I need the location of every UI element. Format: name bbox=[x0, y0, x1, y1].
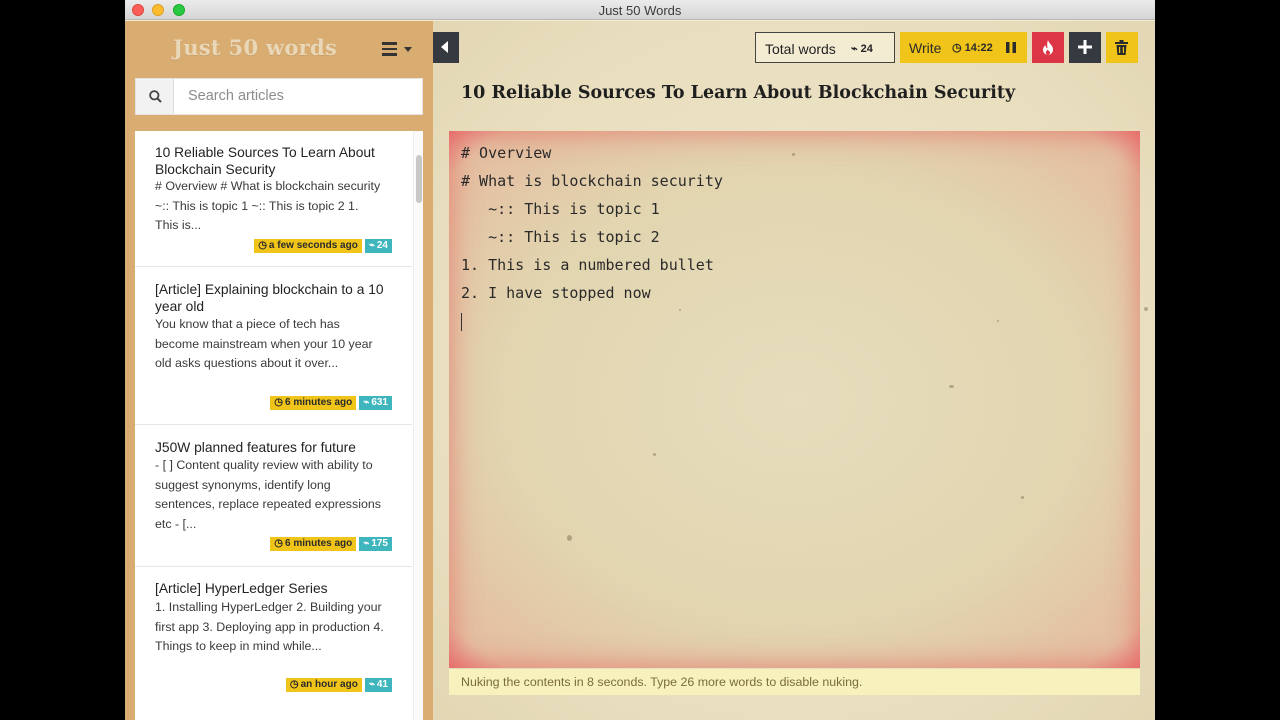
article-title: [Article] HyperLedger Series bbox=[155, 581, 328, 596]
scroll-thumb[interactable] bbox=[416, 155, 422, 203]
search-input[interactable] bbox=[188, 88, 408, 104]
search-button[interactable] bbox=[136, 79, 174, 114]
article-item[interactable]: J50W planned features for future - [ ] C… bbox=[135, 426, 412, 567]
time-label: 6 minutes ago bbox=[285, 538, 353, 549]
tag-icon: ⌁ bbox=[363, 397, 370, 408]
word-count-label: 41 bbox=[376, 679, 388, 690]
add-article-button[interactable] bbox=[1069, 32, 1101, 63]
article-excerpt: You know that a piece of tech has become… bbox=[155, 317, 373, 370]
editor[interactable]: # Overview # What is blockchain security… bbox=[449, 131, 1148, 668]
hamburger-icon bbox=[382, 42, 398, 56]
paper-speck bbox=[997, 320, 999, 322]
window-title: Just 50 Words bbox=[598, 3, 682, 18]
time-badge: ◷ an hour ago bbox=[285, 678, 362, 692]
total-words-label: Total words bbox=[765, 41, 836, 57]
pause-icon[interactable] bbox=[1006, 42, 1016, 53]
nuke-button[interactable] bbox=[1032, 32, 1064, 63]
clock-icon: ◷ bbox=[258, 240, 267, 251]
menu-button[interactable] bbox=[382, 40, 416, 60]
caret-left-icon bbox=[441, 41, 448, 53]
editor-line: # What is blockchain security bbox=[461, 172, 723, 190]
time-label: 6 minutes ago bbox=[285, 397, 353, 408]
total-words-count: ⌁ 24 bbox=[851, 42, 873, 56]
article-meta: ◷ 6 minutes ago ⌁ 175 bbox=[270, 537, 392, 551]
editor-line: ~:: This is topic 1 bbox=[461, 200, 660, 218]
article-excerpt: - [ ] Content quality review with abilit… bbox=[155, 458, 381, 531]
app-logo: Just 50 words bbox=[173, 35, 338, 60]
paper-speck bbox=[1021, 496, 1024, 499]
article-item[interactable]: 10 Reliable Sources To Learn About Block… bbox=[135, 131, 412, 267]
word-count-label: 175 bbox=[371, 538, 388, 549]
editor-line: 1. This is a numbered bullet bbox=[461, 256, 714, 274]
article-title: J50W planned features for future bbox=[155, 440, 356, 455]
time-badge: ◷ 6 minutes ago bbox=[270, 396, 357, 410]
article-item[interactable]: [Article] HyperLedger Series 1. Installi… bbox=[135, 568, 412, 720]
search-icon bbox=[149, 90, 162, 103]
clock-icon: ◷ bbox=[289, 679, 299, 690]
word-count-label: 24 bbox=[376, 240, 388, 251]
clock-icon: ◷ bbox=[952, 42, 962, 54]
fire-icon bbox=[1043, 40, 1053, 55]
paper-speck bbox=[653, 453, 656, 456]
article-title: [Article] Explaining blockchain to a 10 … bbox=[155, 282, 384, 314]
total-words-value: 24 bbox=[860, 42, 873, 55]
sidebar: Just 50 words 10 Reliable Sources To Lea… bbox=[125, 21, 433, 720]
total-words-button[interactable]: Total words ⌁ 24 bbox=[755, 32, 895, 63]
text-cursor bbox=[461, 312, 462, 331]
word-count-badge: ⌁ 41 bbox=[364, 678, 392, 692]
article-list-scrollbar[interactable] bbox=[413, 131, 423, 720]
article-title: 10 Reliable Sources To Learn About Block… bbox=[155, 145, 375, 177]
time-badge: ◷ 6 minutes ago bbox=[270, 537, 357, 551]
write-label: Write bbox=[909, 40, 942, 56]
time-label: an hour ago bbox=[300, 679, 358, 690]
write-button[interactable]: Write ◷ 14:22 bbox=[900, 32, 1027, 63]
article-excerpt: # Overview # What is blockchain security… bbox=[155, 179, 381, 232]
paper-speck bbox=[567, 535, 572, 541]
time-label: a few seconds ago bbox=[268, 240, 358, 251]
article-item[interactable]: [Article] Explaining blockchain to a 10 … bbox=[135, 268, 412, 425]
tag-icon: ⌁ bbox=[363, 538, 370, 549]
nuke-warning-text: Nuking the contents in 8 seconds. Type 2… bbox=[461, 675, 863, 689]
article-meta: ◷ 6 minutes ago ⌁ 631 bbox=[270, 396, 392, 410]
paper-speck bbox=[1144, 307, 1148, 311]
paper-speck bbox=[792, 153, 795, 156]
plus-icon bbox=[1078, 40, 1092, 54]
app-window: Just 50 Words Just 50 words 10 Reliable … bbox=[125, 0, 1155, 720]
search-box bbox=[135, 78, 423, 115]
editor-content[interactable]: # Overview # What is blockchain security… bbox=[461, 139, 723, 335]
editor-line: # Overview bbox=[461, 144, 552, 162]
article-meta: ◷ an hour ago ⌁ 41 bbox=[285, 678, 392, 692]
caret-down-icon bbox=[404, 47, 412, 52]
editor-cursor-line bbox=[461, 307, 723, 335]
editor-line: 2. I have stopped now bbox=[461, 284, 651, 302]
delete-article-button[interactable] bbox=[1106, 32, 1138, 63]
article-excerpt: 1. Installing HyperLedger 2. Building yo… bbox=[155, 600, 384, 653]
article-list: 10 Reliable Sources To Learn About Block… bbox=[135, 131, 423, 720]
clock-icon: ◷ bbox=[274, 397, 284, 408]
write-timer: ◷ 14:22 bbox=[952, 41, 993, 55]
title-bar: Just 50 Words bbox=[125, 0, 1155, 20]
tag-icon: ⌁ bbox=[368, 240, 375, 251]
main-panel: Total words ⌁ 24 Write ◷ 14:22 10 Reliable… bbox=[433, 21, 1155, 720]
word-count-badge: ⌁ 175 bbox=[359, 537, 392, 551]
word-count-label: 631 bbox=[371, 397, 388, 408]
word-count-badge: ⌁ 24 bbox=[364, 239, 392, 253]
word-count-badge: ⌁ 631 bbox=[359, 396, 392, 410]
timer-value: 14:22 bbox=[964, 41, 993, 54]
document-title: 10 Reliable Sources To Learn About Block… bbox=[461, 83, 1016, 103]
article-meta: ◷ a few seconds ago ⌁ 24 bbox=[254, 239, 392, 253]
trash-icon bbox=[1115, 40, 1128, 55]
nuke-warning-bar: Nuking the contents in 8 seconds. Type 2… bbox=[449, 669, 1140, 695]
editor-line: ~:: This is topic 2 bbox=[461, 228, 660, 246]
tag-icon: ⌁ bbox=[368, 679, 375, 690]
tag-icon: ⌁ bbox=[851, 43, 858, 55]
clock-icon: ◷ bbox=[274, 538, 284, 549]
paper-speck bbox=[949, 385, 954, 388]
collapse-sidebar-button[interactable] bbox=[433, 32, 459, 63]
time-badge: ◷ a few seconds ago bbox=[254, 239, 362, 253]
